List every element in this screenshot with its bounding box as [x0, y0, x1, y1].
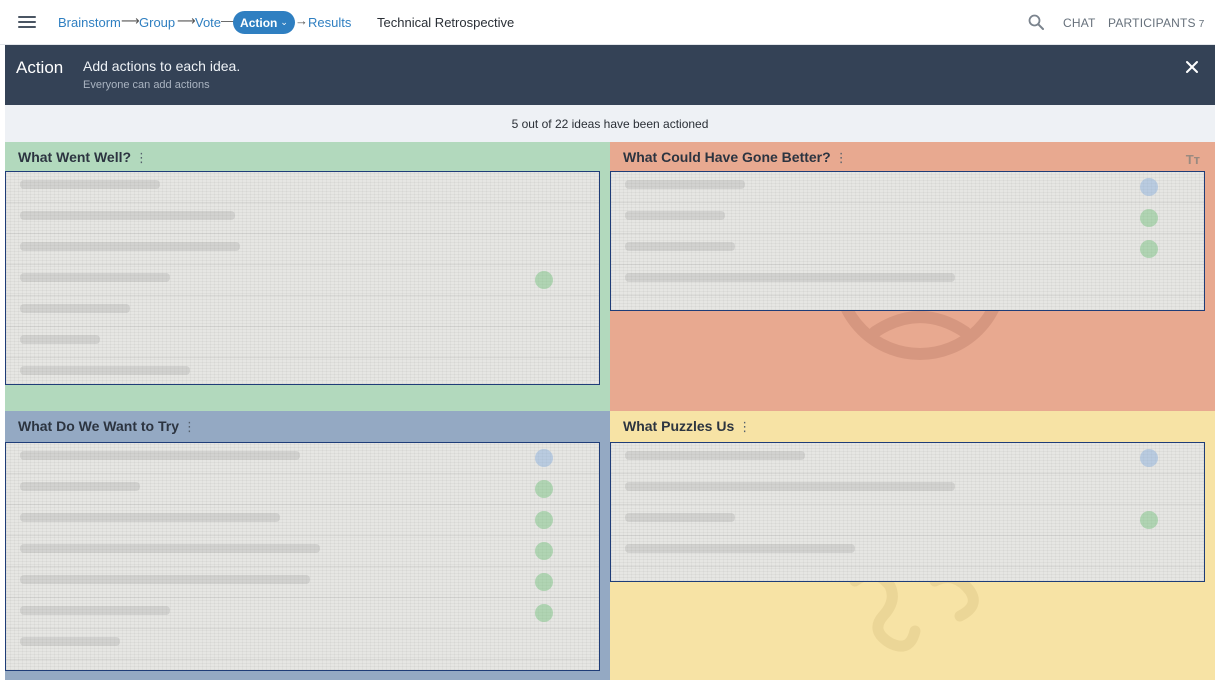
action-indicator-icon: [535, 511, 553, 529]
idea-list: [5, 442, 600, 671]
idea-card[interactable]: [611, 172, 1204, 203]
column-header: What Went Well? ⋮: [18, 149, 148, 166]
arrow-icon: ⟶: [177, 13, 196, 28]
participants-button[interactable]: PARTICIPANTS 7: [1108, 16, 1205, 30]
column-title: What Puzzles Us: [623, 418, 735, 434]
column-title: What Do We Want to Try: [18, 418, 179, 434]
idea-card[interactable]: [6, 296, 599, 327]
action-indicator-icon: [1140, 449, 1158, 467]
idea-list: [610, 442, 1205, 582]
action-indicator-icon: [535, 542, 553, 560]
idea-card[interactable]: [611, 505, 1204, 536]
action-indicator-icon: [535, 604, 553, 622]
idea-card[interactable]: [6, 629, 599, 660]
idea-card[interactable]: [611, 234, 1204, 265]
idea-card[interactable]: [6, 172, 599, 203]
idea-card[interactable]: [6, 443, 599, 474]
column-could-be-better: What Could Have Gone Better? ⋮ Tт: [610, 142, 1215, 411]
idea-card[interactable]: [611, 443, 1204, 474]
idea-card[interactable]: [6, 265, 599, 296]
idea-card[interactable]: [6, 474, 599, 505]
action-indicator-icon: [1140, 240, 1158, 258]
arrow-icon: ⟶: [121, 13, 140, 28]
column-header: What Puzzles Us ⋮: [623, 418, 751, 435]
participants-label: PARTICIPANTS: [1108, 16, 1196, 30]
search-icon[interactable]: [1028, 14, 1044, 30]
step-brainstorm[interactable]: Brainstorm: [58, 15, 121, 30]
action-indicator-icon: [535, 480, 553, 498]
idea-card[interactable]: [611, 203, 1204, 234]
chevron-down-icon: ⌄: [280, 17, 288, 27]
idea-card[interactable]: [6, 358, 599, 384]
step-group[interactable]: Group: [139, 15, 175, 30]
idea-list: [610, 171, 1205, 311]
action-progress: 5 out of 22 ideas have been actioned: [5, 105, 1215, 142]
more-options-icon[interactable]: ⋮: [738, 419, 751, 434]
close-icon[interactable]: [1183, 58, 1201, 76]
column-went-well: What Went Well? ⋮: [5, 142, 610, 411]
idea-card[interactable]: [6, 203, 599, 234]
idea-card[interactable]: [6, 327, 599, 358]
action-indicator-icon: [535, 573, 553, 591]
step-results[interactable]: Results: [308, 15, 351, 30]
idea-card[interactable]: [6, 536, 599, 567]
action-indicator-icon: [535, 271, 553, 289]
idea-card[interactable]: [6, 598, 599, 629]
step-action-active[interactable]: Action ⌄: [233, 11, 295, 34]
idea-card[interactable]: [6, 567, 599, 598]
banner-message: Add actions to each idea.: [83, 58, 241, 74]
column-title: What Could Have Gone Better?: [623, 149, 831, 165]
column-want-to-try: What Do We Want to Try ⋮: [5, 411, 610, 680]
text-size-icon[interactable]: Tт: [1186, 152, 1200, 167]
column-header: What Could Have Gone Better? ⋮: [623, 149, 848, 166]
idea-card[interactable]: [6, 234, 599, 265]
action-indicator-icon: [1140, 209, 1158, 227]
idea-card[interactable]: [611, 536, 1204, 567]
banner-subtitle: Everyone can add actions: [83, 79, 210, 91]
menu-icon[interactable]: [18, 16, 36, 29]
action-banner: Action Add actions to each idea. Everyon…: [5, 45, 1215, 105]
arrow-icon: →: [295, 13, 308, 28]
session-title: Technical Retrospective: [377, 15, 515, 30]
more-options-icon[interactable]: ⋮: [183, 419, 196, 434]
action-indicator-icon: [535, 449, 553, 467]
banner-title: Action: [16, 58, 64, 77]
column-puzzles: What Puzzles Us ⋮: [610, 411, 1215, 680]
more-options-icon[interactable]: ⋮: [835, 150, 848, 165]
action-indicator-icon: [1140, 511, 1158, 529]
top-nav: Brainstorm ⟶ Group ⟶ Vote — Action ⌄ → R…: [0, 0, 1215, 45]
step-vote[interactable]: Vote: [195, 15, 221, 30]
idea-card[interactable]: [6, 505, 599, 536]
column-title: What Went Well?: [18, 149, 132, 165]
idea-list: [5, 171, 600, 385]
step-action-label: Action: [240, 15, 278, 30]
chat-button[interactable]: CHAT: [1063, 16, 1096, 30]
more-options-icon[interactable]: ⋮: [135, 150, 148, 165]
action-indicator-icon: [1140, 178, 1158, 196]
idea-card[interactable]: [611, 265, 1204, 296]
idea-card[interactable]: [611, 474, 1204, 505]
column-header: What Do We Want to Try ⋮: [18, 418, 196, 435]
participants-count: 7: [1198, 19, 1205, 30]
